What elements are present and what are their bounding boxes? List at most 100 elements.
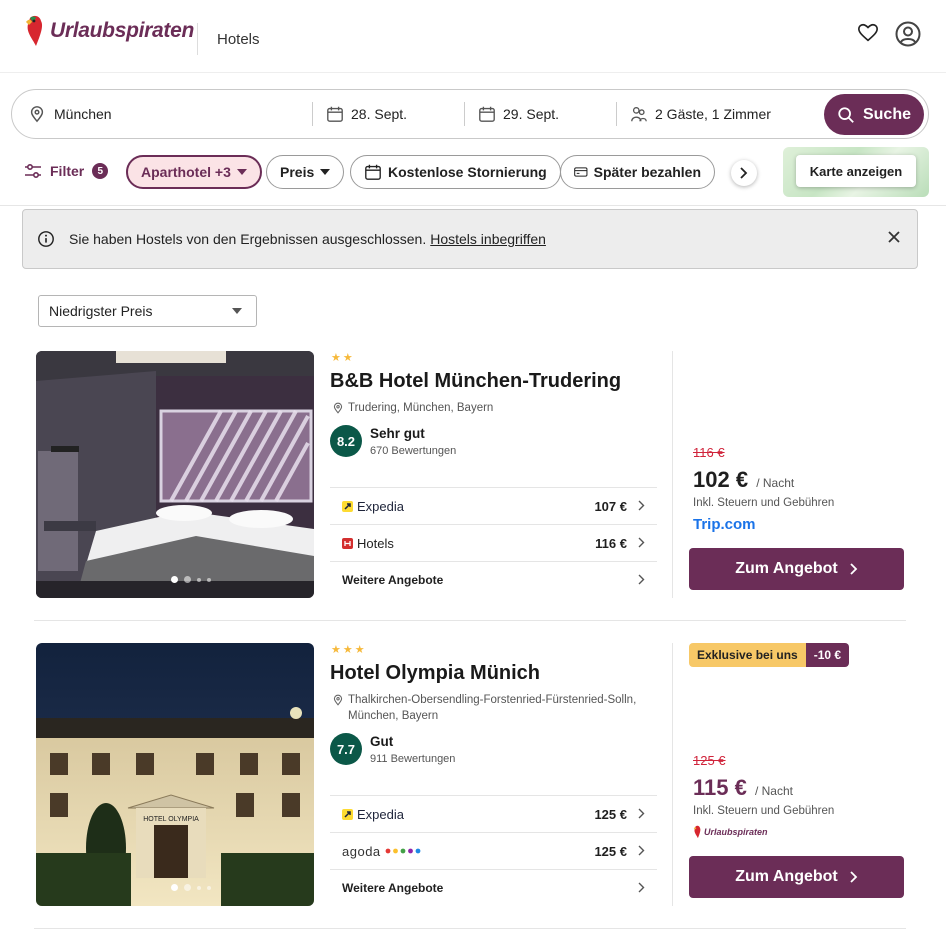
caret-down-icon	[320, 169, 331, 175]
offer-price: 125 €	[594, 806, 627, 822]
hotel-exterior-image: HOTEL OLYMPIA	[36, 643, 314, 906]
checkin-field[interactable]: 28. Sept.	[326, 90, 407, 138]
parrot-logo-icon	[693, 825, 701, 839]
offer-list: Expedia 107 € Hotels 116 € Weitere Angeb…	[330, 487, 657, 598]
brand-name: Urlaubspiraten	[50, 19, 194, 42]
card-separator	[34, 620, 906, 621]
carousel-dots[interactable]	[171, 576, 211, 583]
top-header: Urlaubspiraten Hotels	[0, 0, 946, 73]
offer-row[interactable]: agoda 125 €	[330, 832, 657, 869]
filter-count-badge: 5	[92, 163, 109, 179]
rating-score: 7.7	[330, 733, 362, 765]
search-divider	[464, 102, 465, 126]
hotel-photo[interactable]: HOTEL OLYMPIA	[36, 643, 314, 906]
chip-pay-later[interactable]: Später bezahlen	[560, 155, 715, 189]
tax-note: Inkl. Steuern und Gebühren	[693, 805, 835, 817]
review-count[interactable]: 911 Bewertungen	[370, 753, 455, 765]
chevron-right-icon	[740, 167, 748, 179]
location-pin-icon	[333, 694, 343, 706]
credit-card-icon	[574, 167, 588, 177]
include-hostels-link[interactable]: Hostels inbegriffen	[430, 231, 546, 247]
deal-button[interactable]: Zum Angebot	[689, 856, 904, 898]
discount-label: -10 €	[805, 643, 850, 667]
provider-expedia: Expedia	[342, 807, 404, 822]
chevron-right-icon	[638, 845, 645, 856]
price-per-night: 115 € / Nacht	[693, 775, 793, 800]
calendar-out-icon	[479, 106, 495, 122]
calendar-in-icon	[327, 106, 343, 122]
offer-row[interactable]: Hotels 116 €	[330, 524, 657, 561]
chip-price[interactable]: Preis	[266, 155, 345, 189]
chip-free-cancellation[interactable]: Kostenlose Stornierung	[350, 155, 561, 189]
sliders-icon	[25, 163, 41, 179]
provider-hotels: Hotels	[342, 536, 394, 551]
notice-text: Sie haben Hostels von den Ergebnissen au…	[69, 231, 427, 247]
provider-urlaubspiraten-logo: Urlaubspiraten	[693, 825, 768, 839]
card-divider	[672, 643, 673, 906]
star-rating: ★★	[331, 352, 355, 364]
provider-tripcom-logo: Trip.com	[693, 516, 756, 533]
guests-icon	[631, 107, 647, 122]
exclusive-badge: Exklusive bei uns -10 €	[689, 643, 850, 667]
logo[interactable]: Urlaubspiraten	[24, 14, 194, 48]
offer-price: 125 €	[594, 843, 627, 859]
expedia-logo-icon	[342, 808, 353, 820]
hotel-name[interactable]: B&B Hotel München-Trudering	[330, 370, 621, 393]
filter-button[interactable]: Filter 5	[24, 163, 109, 179]
heart-icon[interactable]	[857, 22, 879, 44]
star-rating: ★★★	[331, 644, 367, 656]
more-offers-row[interactable]: Weitere Angebote	[330, 869, 657, 906]
user-account-icon[interactable]	[895, 21, 921, 47]
guests-value: 2 Gäste, 1 Zimmer	[655, 106, 771, 122]
hotel-photo[interactable]	[36, 351, 314, 598]
offer-row[interactable]: Expedia 125 €	[330, 795, 657, 832]
rating-label: Gut	[370, 734, 394, 749]
parrot-logo-icon	[26, 15, 43, 47]
chevron-right-icon	[638, 537, 645, 548]
chevron-right-icon	[850, 871, 858, 883]
rating-score: 8.2	[330, 425, 362, 457]
offer-price: 107 €	[594, 498, 627, 514]
info-icon	[38, 231, 54, 247]
location-pin-icon	[333, 402, 343, 414]
search-button[interactable]: Suche	[824, 94, 924, 135]
more-offers-row[interactable]: Weitere Angebote	[330, 561, 657, 598]
chip-aparthotel[interactable]: Aparthotel +3	[126, 155, 262, 189]
filter-label: Filter	[50, 163, 85, 179]
hotels-com-logo-icon	[342, 537, 353, 549]
hotel-card: ★★ B&B Hotel München-Trudering Trudering…	[36, 351, 906, 601]
hotel-name[interactable]: Hotel Olympia Münich	[330, 662, 540, 685]
offer-row[interactable]: Expedia 107 €	[330, 487, 657, 524]
search-button-label: Suche	[862, 105, 911, 123]
chip-label: Kostenlose Stornierung	[388, 164, 547, 180]
checkout-value: 29. Sept.	[503, 106, 560, 122]
search-divider	[616, 102, 617, 126]
location-text: Trudering, München, Bayern	[348, 402, 494, 414]
destination-value: München	[54, 106, 112, 122]
deal-button[interactable]: Zum Angebot	[689, 548, 904, 590]
chevron-right-icon	[638, 882, 645, 893]
location-pin-icon	[30, 106, 44, 123]
sort-value: Niedrigster Preis	[49, 303, 153, 319]
carousel-dots[interactable]	[171, 884, 211, 891]
expedia-logo-icon	[342, 500, 353, 512]
show-map-button[interactable]: Karte anzeigen	[796, 155, 916, 187]
review-count[interactable]: 670 Bewertungen	[370, 445, 456, 457]
offer-list: Expedia 125 € agoda 125 € Weitere Angebo…	[330, 795, 657, 906]
location-text: Thalkirchen-Obersendling-Forstenried-Für…	[348, 694, 637, 722]
search-bar: München 28. Sept. 29. Sept. 2 Gäste, 1 Z…	[11, 89, 929, 139]
price-per-night: 102 € / Nacht	[693, 467, 795, 492]
guests-field[interactable]: 2 Gäste, 1 Zimmer	[630, 90, 771, 138]
chevron-right-icon	[638, 500, 645, 511]
section-title[interactable]: Hotels	[217, 31, 260, 48]
hotel-card: HOTEL OLYMPIA ★★★ Hotel Olympia Münich T…	[36, 643, 906, 908]
scroll-filters-button[interactable]	[731, 160, 757, 186]
close-icon[interactable]	[885, 228, 903, 246]
sort-select[interactable]: Niedrigster Preis	[38, 295, 257, 327]
destination-field[interactable]: München	[28, 90, 112, 138]
hotel-location: Trudering, München, Bayern	[332, 400, 662, 416]
header-divider	[197, 23, 198, 55]
card-divider	[672, 351, 673, 598]
chip-label: Preis	[280, 164, 315, 180]
checkout-field[interactable]: 29. Sept.	[478, 90, 559, 138]
